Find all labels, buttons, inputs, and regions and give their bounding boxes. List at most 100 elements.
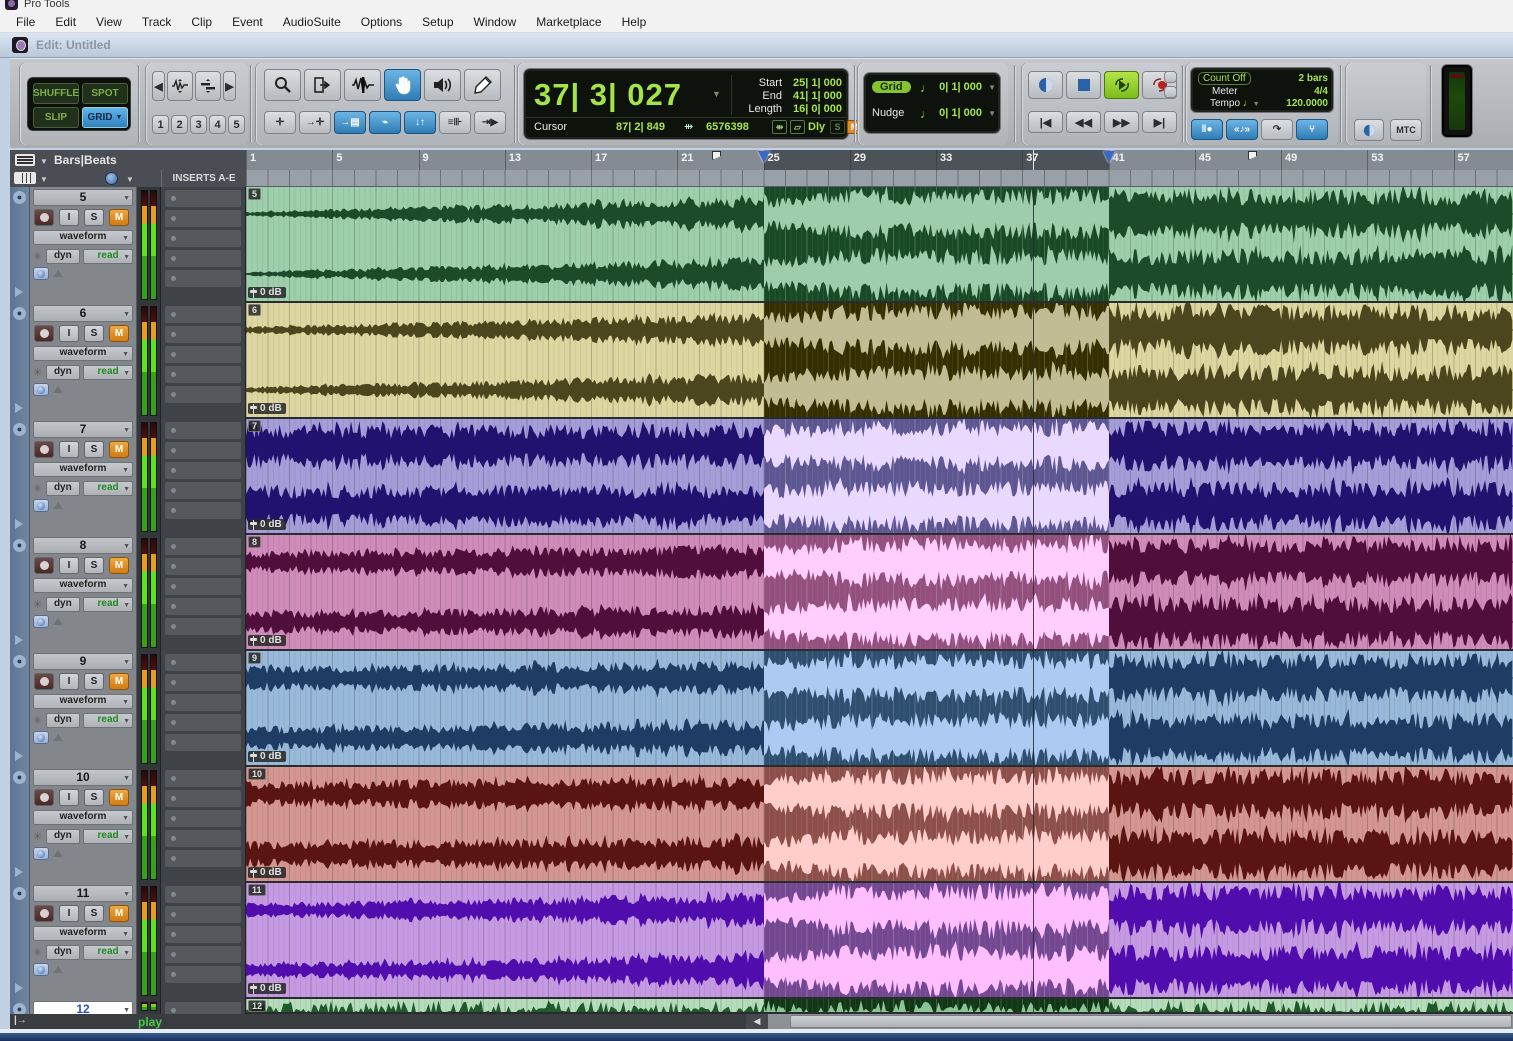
mute-button[interactable]: M: [109, 209, 129, 226]
menu-item-file[interactable]: File: [6, 13, 45, 31]
track-view-selector[interactable]: waveform ▼: [33, 346, 133, 361]
shuffle-mode-button[interactable]: SHUFFLE: [33, 83, 79, 104]
edit-selection-overlay[interactable]: [763, 187, 1109, 301]
mtc-button[interactable]: MTC: [1390, 119, 1422, 141]
solo-button[interactable]: S: [84, 789, 104, 806]
dyn-button[interactable]: dyn: [45, 365, 81, 380]
online-sync-button[interactable]: [1354, 119, 1384, 141]
track-collapse-icon[interactable]: ●: [13, 423, 26, 436]
insertion-follows-playback-button[interactable]: ↓↑: [404, 111, 436, 134]
menu-item-window[interactable]: Window: [464, 13, 527, 31]
meter-value[interactable]: 4/4: [1314, 86, 1328, 97]
solo-button[interactable]: S: [84, 557, 104, 574]
zoom-preset-3[interactable]: 3: [190, 115, 207, 134]
zoom-out-button[interactable]: ◀: [152, 71, 165, 101]
freeze-icon[interactable]: ✳: [33, 598, 43, 611]
pencil-tool-button[interactable]: [464, 69, 501, 101]
expand-icon[interactable]: |→: [14, 1015, 27, 1026]
zoom-toggle-button[interactable]: ✛: [264, 111, 296, 134]
track-name-12[interactable]: 12 ▼: [33, 1001, 133, 1014]
solo-button[interactable]: S: [84, 325, 104, 342]
insert-slot[interactable]: [165, 714, 241, 731]
menu-item-event[interactable]: Event: [222, 13, 273, 31]
insert-slot[interactable]: [165, 442, 241, 459]
track-lane-9[interactable]: 9 0 dB: [246, 651, 1513, 767]
track-lane-5[interactable]: 5 0 dB: [246, 187, 1513, 303]
insert-slot[interactable]: [165, 482, 241, 499]
mute-button[interactable]: M: [109, 441, 129, 458]
scrubber-tool-button[interactable]: [424, 69, 461, 101]
freeze-icon[interactable]: ✳: [33, 250, 43, 263]
edit-selection-overlay[interactable]: [763, 419, 1109, 533]
edit-selection-overlay[interactable]: [763, 535, 1109, 649]
edit-selection-overlay[interactable]: [763, 767, 1109, 881]
track-collapse-icon[interactable]: ●: [13, 539, 26, 552]
menu-item-track[interactable]: Track: [132, 13, 182, 31]
solo-button[interactable]: S: [84, 673, 104, 690]
freeze-icon[interactable]: ✳: [33, 366, 43, 379]
track-collapse-icon[interactable]: ●: [13, 1003, 26, 1014]
track-lane-11[interactable]: 11 0 dB: [246, 883, 1513, 999]
pre-roll-flag[interactable]: [712, 151, 721, 160]
record-enable-button[interactable]: [34, 325, 54, 342]
clock-dropdown-icon[interactable]: ▼: [126, 175, 134, 184]
clip-volume-label[interactable]: 0 dB: [248, 403, 286, 414]
scrollbar-thumb[interactable]: [790, 1015, 1512, 1028]
solo-button[interactable]: S: [84, 209, 104, 226]
dyn-button[interactable]: dyn: [45, 713, 81, 728]
automation-mode-button[interactable]: read ▼: [83, 713, 133, 728]
track-collapse-icon[interactable]: ●: [13, 307, 26, 320]
play-button[interactable]: [1104, 71, 1139, 99]
insert-slot[interactable]: [165, 654, 241, 671]
dyn-button[interactable]: dyn: [45, 249, 81, 264]
track-name-9[interactable]: 9 ▼: [33, 653, 133, 670]
record-enable-button[interactable]: [34, 209, 54, 226]
track-list-view-icon[interactable]: [14, 172, 36, 184]
input-monitor-button[interactable]: I: [59, 325, 79, 342]
automation-follows-edit-button[interactable]: ≡⊪: [439, 111, 471, 134]
metronome-button[interactable]: «♪»: [1226, 119, 1258, 140]
automation-mode-button[interactable]: read ▼: [83, 829, 133, 844]
tab-to-transient-button[interactable]: →✛: [299, 111, 331, 134]
track-clock-button[interactable]: [33, 499, 49, 512]
clip-volume-label[interactable]: 0 dB: [248, 287, 286, 298]
nudge-value[interactable]: 0| 1| 000: [939, 107, 982, 119]
automation-mode-button[interactable]: read ▼: [83, 597, 133, 612]
dyn-button[interactable]: dyn: [45, 597, 81, 612]
track-expand-icon[interactable]: [15, 635, 23, 645]
clip-volume-label[interactable]: 0 dB: [248, 983, 286, 994]
track-name-5[interactable]: 5 ▼: [33, 189, 133, 206]
rewind-button[interactable]: ◀◀: [1066, 111, 1101, 133]
return-to-zero-button[interactable]: |◀: [1028, 111, 1063, 133]
track-lane-6[interactable]: 6 0 dB: [246, 303, 1513, 419]
ruler-menu-icon[interactable]: [15, 154, 35, 166]
menu-item-clip[interactable]: Clip: [181, 13, 222, 31]
automation-mode-button[interactable]: read ▼: [83, 365, 133, 380]
insert-slot[interactable]: [165, 770, 241, 787]
track-expand-icon[interactable]: [15, 287, 23, 297]
timeline-insertion-icon[interactable]: ⇻: [772, 120, 787, 134]
selection-start-marker[interactable]: [757, 151, 770, 163]
menu-item-setup[interactable]: Setup: [412, 13, 463, 31]
clip-volume-label[interactable]: 0 dB: [248, 635, 286, 646]
track-clock-button[interactable]: [33, 383, 49, 396]
freeze-icon[interactable]: ✳: [33, 714, 43, 727]
insert-slot[interactable]: [165, 674, 241, 691]
post-roll-flag[interactable]: [1248, 151, 1257, 160]
insert-slot[interactable]: [165, 326, 241, 343]
dyn-button[interactable]: dyn: [45, 481, 81, 496]
insert-slot[interactable]: [165, 386, 241, 403]
midi-merge-button[interactable]: ↷: [1261, 119, 1293, 140]
insert-slot[interactable]: [165, 422, 241, 439]
grid-value-label[interactable]: Grid: [872, 81, 911, 93]
count-off-label[interactable]: Count Off: [1198, 72, 1251, 85]
go-to-end-button[interactable]: ▶|: [1142, 111, 1177, 133]
track-view-selector[interactable]: waveform ▼: [33, 230, 133, 245]
track-view-selector[interactable]: waveform ▼: [33, 926, 133, 941]
zoom-preset-1[interactable]: 1: [152, 115, 169, 134]
nudge-dropdown-icon[interactable]: ▼: [988, 109, 996, 118]
bars-beats-ruler[interactable]: 159131721252933374145495357: [246, 150, 1513, 170]
input-monitor-button[interactable]: I: [59, 905, 79, 922]
insert-slot[interactable]: [165, 886, 241, 903]
insert-slot[interactable]: [165, 850, 241, 867]
